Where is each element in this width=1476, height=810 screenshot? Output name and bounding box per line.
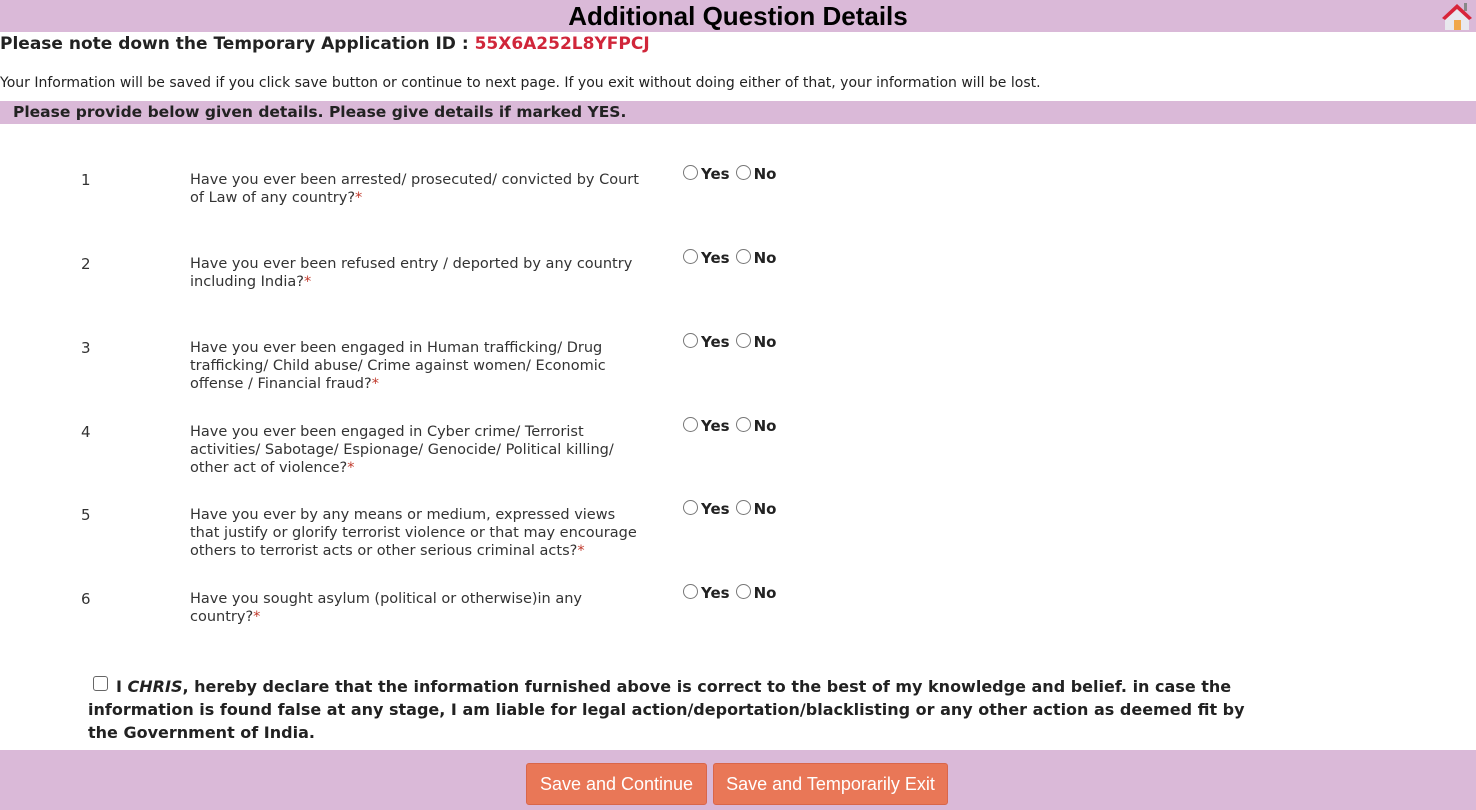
option-no[interactable]: No bbox=[735, 500, 777, 518]
required-marker: * bbox=[253, 609, 261, 625]
yes-label: Yes bbox=[701, 417, 730, 435]
yes-radio[interactable] bbox=[683, 249, 698, 264]
no-radio[interactable] bbox=[735, 417, 751, 432]
question-label: Have you ever been engaged in Cyber crim… bbox=[190, 424, 614, 476]
application-id-label: Please note down the Temporary Applicati… bbox=[0, 34, 475, 54]
question-text: Have you ever been refused entry / depor… bbox=[190, 255, 640, 291]
save-and-continue-button[interactable]: Save and Continue bbox=[526, 763, 707, 805]
option-yes[interactable]: Yes bbox=[683, 500, 730, 518]
yes-label: Yes bbox=[701, 333, 730, 351]
no-radio[interactable] bbox=[735, 165, 751, 180]
option-yes[interactable]: Yes bbox=[683, 165, 730, 183]
option-yes[interactable]: Yes bbox=[683, 333, 730, 351]
yes-radio[interactable] bbox=[683, 333, 698, 348]
yes-radio[interactable] bbox=[683, 500, 698, 515]
yes-label: Yes bbox=[701, 249, 730, 267]
answer-options: Yes No bbox=[683, 333, 776, 351]
no-radio[interactable] bbox=[735, 500, 751, 515]
no-label: No bbox=[753, 417, 777, 435]
option-no[interactable]: No bbox=[735, 417, 777, 435]
save-and-exit-button[interactable]: Save and Temporarily Exit bbox=[713, 763, 948, 805]
no-label: No bbox=[753, 584, 777, 602]
section-heading: Please provide below given details. Plea… bbox=[13, 103, 627, 121]
home-icon[interactable] bbox=[1440, 1, 1474, 31]
question-label: Have you ever been refused entry / depor… bbox=[190, 256, 633, 290]
question-number: 6 bbox=[81, 590, 91, 608]
yes-label: Yes bbox=[701, 584, 730, 602]
option-yes[interactable]: Yes bbox=[683, 584, 730, 602]
question-number: 1 bbox=[81, 171, 91, 189]
question-label: Have you ever been engaged in Human traf… bbox=[190, 340, 606, 392]
declarant-name: CHRIS bbox=[127, 677, 183, 696]
no-label: No bbox=[753, 333, 777, 351]
no-label: No bbox=[753, 500, 777, 518]
no-radio[interactable] bbox=[735, 249, 751, 264]
application-id-value: 55X6A252L8YFPCJ bbox=[474, 34, 650, 54]
question-number: 2 bbox=[81, 255, 91, 273]
section-heading-bar: Please provide below given details. Plea… bbox=[0, 101, 1476, 124]
application-id-line: Please note down the Temporary Applicati… bbox=[0, 34, 650, 54]
declaration-prefix: I bbox=[116, 677, 128, 696]
no-label: No bbox=[753, 165, 777, 183]
required-marker: * bbox=[355, 190, 363, 206]
question-label: Have you ever been arrested/ prosecuted/… bbox=[190, 172, 639, 206]
question-number: 4 bbox=[81, 423, 91, 441]
declaration: I CHRIS, hereby declare that the informa… bbox=[88, 675, 1268, 744]
answer-options: Yes No bbox=[683, 165, 776, 183]
question-text: Have you ever been engaged in Human traf… bbox=[190, 339, 640, 393]
answer-options: Yes No bbox=[683, 584, 776, 602]
question-text: Have you sought asylum (political or oth… bbox=[190, 590, 640, 626]
declaration-checkbox[interactable] bbox=[93, 676, 108, 691]
option-no[interactable]: No bbox=[735, 165, 777, 183]
question-label: Have you sought asylum (political or oth… bbox=[190, 591, 583, 625]
option-yes[interactable]: Yes bbox=[683, 249, 730, 267]
no-radio[interactable] bbox=[735, 584, 751, 599]
question-number: 5 bbox=[81, 506, 91, 524]
option-yes[interactable]: Yes bbox=[683, 417, 730, 435]
answer-options: Yes No bbox=[683, 417, 776, 435]
title-bar: Additional Question Details bbox=[0, 0, 1476, 32]
yes-radio[interactable] bbox=[683, 584, 698, 599]
declaration-text: , hereby declare that the information fu… bbox=[88, 677, 1245, 742]
yes-label: Yes bbox=[701, 500, 730, 518]
yes-radio[interactable] bbox=[683, 165, 698, 180]
question-text: Have you ever by any means or medium, ex… bbox=[190, 506, 640, 560]
page-title: Additional Question Details bbox=[568, 1, 908, 31]
option-no[interactable]: No bbox=[735, 249, 777, 267]
footer-bar: Save and Continue Save and Temporarily E… bbox=[0, 750, 1476, 810]
yes-label: Yes bbox=[701, 165, 730, 183]
required-marker: * bbox=[303, 274, 312, 290]
option-no[interactable]: No bbox=[735, 333, 777, 351]
required-marker: * bbox=[371, 376, 379, 392]
question-text: Have you ever been engaged in Cyber crim… bbox=[190, 423, 640, 477]
no-label: No bbox=[753, 249, 777, 267]
question-label: Have you ever by any means or medium, ex… bbox=[190, 507, 637, 559]
question-number: 3 bbox=[81, 339, 91, 357]
required-marker: * bbox=[577, 543, 585, 559]
answer-options: Yes No bbox=[683, 500, 776, 518]
answer-options: Yes No bbox=[683, 249, 776, 267]
yes-radio[interactable] bbox=[683, 417, 698, 432]
no-radio[interactable] bbox=[735, 333, 751, 348]
option-no[interactable]: No bbox=[735, 584, 777, 602]
required-marker: * bbox=[347, 460, 355, 476]
question-text: Have you ever been arrested/ prosecuted/… bbox=[190, 171, 640, 207]
save-info-text: Your Information will be saved if you cl… bbox=[0, 75, 1041, 91]
